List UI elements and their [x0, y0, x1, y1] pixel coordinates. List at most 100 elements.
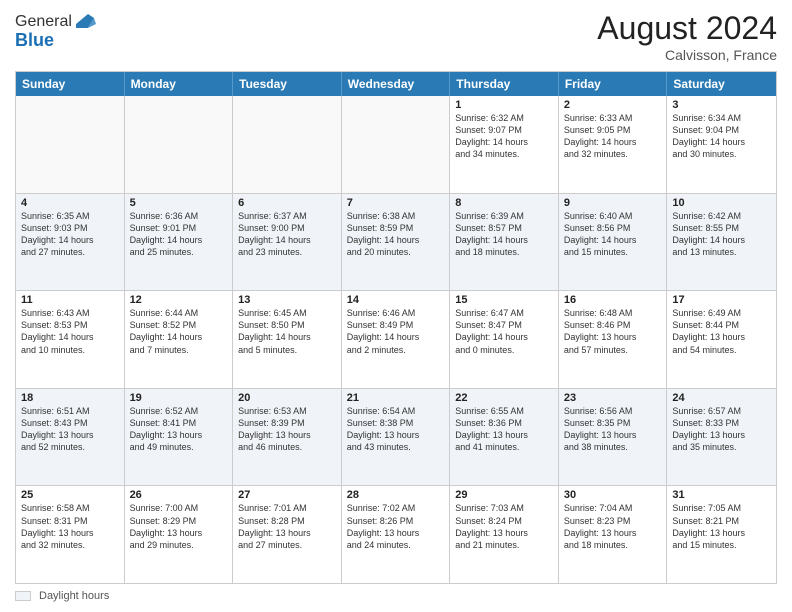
calendar-cell: [342, 96, 451, 193]
calendar-cell: 15Sunrise: 6:47 AM Sunset: 8:47 PM Dayli…: [450, 291, 559, 388]
cell-info: Sunrise: 7:02 AM Sunset: 8:26 PM Dayligh…: [347, 502, 445, 551]
day-number: 4: [21, 197, 119, 209]
calendar-cell: [233, 96, 342, 193]
calendar-cell: 14Sunrise: 6:46 AM Sunset: 8:49 PM Dayli…: [342, 291, 451, 388]
day-number: 29: [455, 489, 553, 501]
calendar-cell: [125, 96, 234, 193]
calendar-cell: 2Sunrise: 6:33 AM Sunset: 9:05 PM Daylig…: [559, 96, 668, 193]
day-number: 31: [672, 489, 771, 501]
day-number: 9: [564, 197, 662, 209]
cell-info: Sunrise: 6:35 AM Sunset: 9:03 PM Dayligh…: [21, 210, 119, 259]
cell-info: Sunrise: 6:56 AM Sunset: 8:35 PM Dayligh…: [564, 405, 662, 454]
day-number: 23: [564, 392, 662, 404]
day-number: 17: [672, 294, 771, 306]
calendar-cell: 7Sunrise: 6:38 AM Sunset: 8:59 PM Daylig…: [342, 194, 451, 291]
cell-info: Sunrise: 7:00 AM Sunset: 8:29 PM Dayligh…: [130, 502, 228, 551]
cell-info: Sunrise: 6:52 AM Sunset: 8:41 PM Dayligh…: [130, 405, 228, 454]
cell-info: Sunrise: 6:34 AM Sunset: 9:04 PM Dayligh…: [672, 112, 771, 161]
calendar-cell: 5Sunrise: 6:36 AM Sunset: 9:01 PM Daylig…: [125, 194, 234, 291]
cell-info: Sunrise: 7:03 AM Sunset: 8:24 PM Dayligh…: [455, 502, 553, 551]
calendar-cell: 27Sunrise: 7:01 AM Sunset: 8:28 PM Dayli…: [233, 486, 342, 583]
day-number: 3: [672, 99, 771, 111]
calendar-cell: 20Sunrise: 6:53 AM Sunset: 8:39 PM Dayli…: [233, 389, 342, 486]
calendar-cell: 30Sunrise: 7:04 AM Sunset: 8:23 PM Dayli…: [559, 486, 668, 583]
cell-info: Sunrise: 6:44 AM Sunset: 8:52 PM Dayligh…: [130, 307, 228, 356]
calendar-cell: 24Sunrise: 6:57 AM Sunset: 8:33 PM Dayli…: [667, 389, 776, 486]
calendar-cell: 9Sunrise: 6:40 AM Sunset: 8:56 PM Daylig…: [559, 194, 668, 291]
day-number: 25: [21, 489, 119, 501]
title-section: August 2024 Calvisson, France: [597, 10, 777, 63]
calendar: Sunday Monday Tuesday Wednesday Thursday…: [15, 71, 777, 584]
calendar-cell: 31Sunrise: 7:05 AM Sunset: 8:21 PM Dayli…: [667, 486, 776, 583]
month-year-title: August 2024: [597, 10, 777, 47]
calendar-cell: 28Sunrise: 7:02 AM Sunset: 8:26 PM Dayli…: [342, 486, 451, 583]
calendar-cell: 22Sunrise: 6:55 AM Sunset: 8:36 PM Dayli…: [450, 389, 559, 486]
logo-general-text: General: [15, 13, 72, 31]
weekday-tuesday: Tuesday: [233, 72, 342, 96]
cell-info: Sunrise: 6:43 AM Sunset: 8:53 PM Dayligh…: [21, 307, 119, 356]
calendar-cell: 10Sunrise: 6:42 AM Sunset: 8:55 PM Dayli…: [667, 194, 776, 291]
day-number: 30: [564, 489, 662, 501]
cell-info: Sunrise: 6:39 AM Sunset: 8:57 PM Dayligh…: [455, 210, 553, 259]
cell-info: Sunrise: 6:32 AM Sunset: 9:07 PM Dayligh…: [455, 112, 553, 161]
day-number: 22: [455, 392, 553, 404]
logo: General Blue: [15, 10, 98, 51]
cell-info: Sunrise: 6:40 AM Sunset: 8:56 PM Dayligh…: [564, 210, 662, 259]
calendar-cell: 8Sunrise: 6:39 AM Sunset: 8:57 PM Daylig…: [450, 194, 559, 291]
weekday-friday: Friday: [559, 72, 668, 96]
day-number: 24: [672, 392, 771, 404]
cell-info: Sunrise: 6:49 AM Sunset: 8:44 PM Dayligh…: [672, 307, 771, 356]
calendar-cell: 19Sunrise: 6:52 AM Sunset: 8:41 PM Dayli…: [125, 389, 234, 486]
cell-info: Sunrise: 6:57 AM Sunset: 8:33 PM Dayligh…: [672, 405, 771, 454]
calendar-row: 11Sunrise: 6:43 AM Sunset: 8:53 PM Dayli…: [16, 290, 776, 388]
calendar-row: 4Sunrise: 6:35 AM Sunset: 9:03 PM Daylig…: [16, 193, 776, 291]
calendar-row: 25Sunrise: 6:58 AM Sunset: 8:31 PM Dayli…: [16, 485, 776, 583]
day-number: 2: [564, 99, 662, 111]
weekday-wednesday: Wednesday: [342, 72, 451, 96]
calendar-row: 18Sunrise: 6:51 AM Sunset: 8:43 PM Dayli…: [16, 388, 776, 486]
day-number: 10: [672, 197, 771, 209]
calendar-cell: 16Sunrise: 6:48 AM Sunset: 8:46 PM Dayli…: [559, 291, 668, 388]
calendar-cell: 11Sunrise: 6:43 AM Sunset: 8:53 PM Dayli…: [16, 291, 125, 388]
header: General Blue August 2024 Calvisson, Fran…: [15, 10, 777, 63]
cell-info: Sunrise: 6:58 AM Sunset: 8:31 PM Dayligh…: [21, 502, 119, 551]
calendar-cell: 1Sunrise: 6:32 AM Sunset: 9:07 PM Daylig…: [450, 96, 559, 193]
calendar-cell: 23Sunrise: 6:56 AM Sunset: 8:35 PM Dayli…: [559, 389, 668, 486]
footer: Daylight hours: [15, 590, 777, 602]
cell-info: Sunrise: 6:37 AM Sunset: 9:00 PM Dayligh…: [238, 210, 336, 259]
page: General Blue August 2024 Calvisson, Fran…: [0, 0, 792, 612]
cell-info: Sunrise: 6:33 AM Sunset: 9:05 PM Dayligh…: [564, 112, 662, 161]
day-number: 7: [347, 197, 445, 209]
day-number: 18: [21, 392, 119, 404]
weekday-sunday: Sunday: [16, 72, 125, 96]
day-number: 1: [455, 99, 553, 111]
calendar-cell: 21Sunrise: 6:54 AM Sunset: 8:38 PM Dayli…: [342, 389, 451, 486]
location-subtitle: Calvisson, France: [597, 47, 777, 63]
day-number: 11: [21, 294, 119, 306]
day-number: 28: [347, 489, 445, 501]
cell-info: Sunrise: 6:55 AM Sunset: 8:36 PM Dayligh…: [455, 405, 553, 454]
cell-info: Sunrise: 7:01 AM Sunset: 8:28 PM Dayligh…: [238, 502, 336, 551]
legend-box: [15, 591, 31, 601]
calendar-cell: 6Sunrise: 6:37 AM Sunset: 9:00 PM Daylig…: [233, 194, 342, 291]
day-number: 19: [130, 392, 228, 404]
cell-info: Sunrise: 6:42 AM Sunset: 8:55 PM Dayligh…: [672, 210, 771, 259]
calendar-cell: [16, 96, 125, 193]
calendar-cell: 29Sunrise: 7:03 AM Sunset: 8:24 PM Dayli…: [450, 486, 559, 583]
day-number: 6: [238, 197, 336, 209]
cell-info: Sunrise: 6:51 AM Sunset: 8:43 PM Dayligh…: [21, 405, 119, 454]
calendar-cell: 26Sunrise: 7:00 AM Sunset: 8:29 PM Dayli…: [125, 486, 234, 583]
calendar-cell: 3Sunrise: 6:34 AM Sunset: 9:04 PM Daylig…: [667, 96, 776, 193]
calendar-cell: 4Sunrise: 6:35 AM Sunset: 9:03 PM Daylig…: [16, 194, 125, 291]
cell-info: Sunrise: 6:47 AM Sunset: 8:47 PM Dayligh…: [455, 307, 553, 356]
day-number: 8: [455, 197, 553, 209]
day-number: 14: [347, 294, 445, 306]
weekday-monday: Monday: [125, 72, 234, 96]
calendar-cell: 17Sunrise: 6:49 AM Sunset: 8:44 PM Dayli…: [667, 291, 776, 388]
calendar-body: 1Sunrise: 6:32 AM Sunset: 9:07 PM Daylig…: [16, 96, 776, 583]
cell-info: Sunrise: 6:38 AM Sunset: 8:59 PM Dayligh…: [347, 210, 445, 259]
day-number: 5: [130, 197, 228, 209]
cell-info: Sunrise: 6:53 AM Sunset: 8:39 PM Dayligh…: [238, 405, 336, 454]
day-number: 21: [347, 392, 445, 404]
calendar-cell: 12Sunrise: 6:44 AM Sunset: 8:52 PM Dayli…: [125, 291, 234, 388]
